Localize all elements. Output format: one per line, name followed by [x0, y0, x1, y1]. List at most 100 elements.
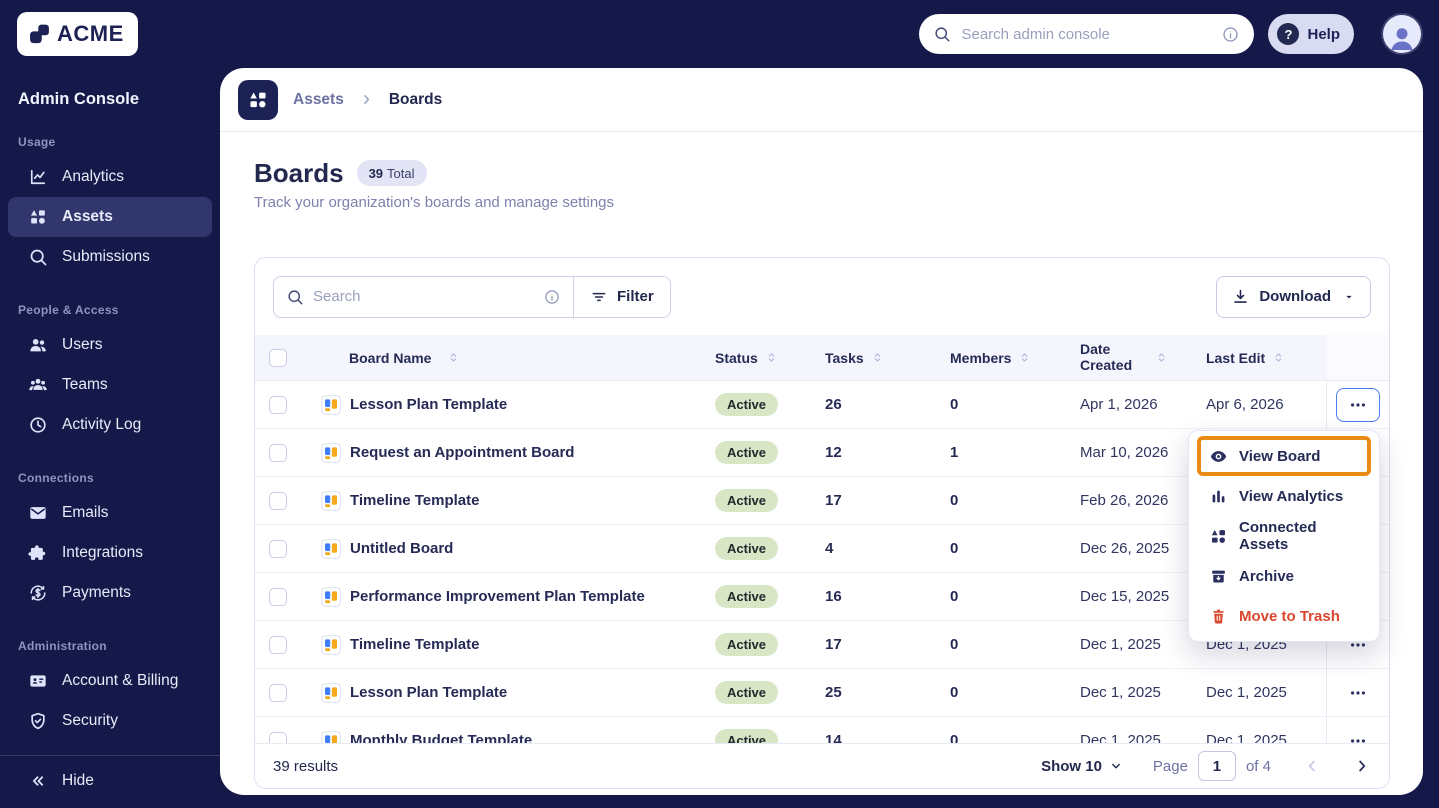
row-checkbox[interactable] — [269, 587, 287, 606]
sidebar-item-assets[interactable]: Assets — [8, 197, 212, 237]
members-count: 0 — [950, 540, 959, 557]
download-button[interactable]: Download — [1216, 275, 1371, 318]
page-label: Page — [1152, 757, 1188, 775]
ellipsis-icon — [1351, 738, 1365, 743]
last-edit: Dec 1, 2025 — [1206, 684, 1287, 701]
sidebar-hide-button[interactable]: Hide — [8, 761, 212, 801]
status-badge: Active — [715, 585, 779, 608]
breadcrumb-assets-link[interactable]: Assets — [293, 91, 344, 109]
column-header-tasks[interactable]: Tasks — [815, 335, 940, 380]
search-icon — [933, 25, 951, 43]
total-badge: 39 Total — [356, 160, 427, 186]
column-header-status[interactable]: Status — [702, 335, 815, 380]
row-actions-button[interactable] — [1336, 724, 1380, 744]
sidebar-item-activity-log[interactable]: Activity Log — [8, 405, 212, 445]
row-checkbox[interactable] — [269, 731, 287, 743]
menu-item-archive[interactable]: Archive — [1197, 556, 1371, 596]
sidebar-section-usage: Usage — [18, 135, 56, 149]
board-name[interactable]: Untitled Board — [350, 540, 453, 557]
row-actions-button[interactable] — [1336, 676, 1380, 710]
sidebar-title: Admin Console — [18, 90, 140, 108]
date-created: Apr 1, 2026 — [1080, 396, 1158, 413]
column-header-last-edit[interactable]: Last Edit — [1198, 335, 1327, 380]
sidebar-hide-label: Hide — [62, 772, 94, 789]
user-avatar[interactable] — [1383, 15, 1421, 53]
board-icon — [321, 634, 341, 655]
download-icon — [1231, 287, 1250, 306]
sort-icon[interactable] — [870, 350, 885, 365]
previous-page-button[interactable] — [1303, 757, 1321, 775]
chevron-right-icon — [359, 92, 374, 107]
sidebar-item-account-billing[interactable]: Account & Billing — [8, 661, 212, 701]
row-checkbox[interactable] — [269, 395, 287, 414]
sort-icon[interactable] — [764, 350, 779, 365]
members-count: 0 — [950, 588, 959, 605]
collapse-icon — [28, 771, 48, 791]
ellipsis-icon — [1351, 690, 1365, 695]
row-checkbox[interactable] — [269, 443, 287, 462]
analytics-icon — [28, 167, 48, 187]
menu-item-connected-assets[interactable]: Connected Assets — [1197, 516, 1371, 556]
board-name[interactable]: Lesson Plan Template — [350, 396, 507, 413]
row-actions-menu: View Board View Analytics Connected Assets… — [1188, 430, 1380, 642]
date-created: Dec 1, 2025 — [1080, 732, 1161, 743]
filter-icon — [592, 292, 606, 301]
table-row: Lesson Plan Template Active 25 0 Dec 1, … — [255, 669, 1389, 717]
members-count: 1 — [950, 444, 959, 461]
info-icon[interactable] — [543, 288, 561, 306]
payments-icon — [28, 583, 48, 603]
row-actions-button[interactable] — [1336, 387, 1380, 422]
sidebar-item-teams[interactable]: Teams — [8, 365, 212, 405]
sidebar-item-payments[interactable]: Payments — [8, 573, 212, 613]
sort-icon[interactable] — [446, 350, 461, 365]
select-all-checkbox[interactable] — [269, 348, 287, 367]
table-search-input[interactable] — [313, 288, 534, 305]
sidebar-item-analytics[interactable]: Analytics — [8, 157, 212, 197]
sidebar: Admin Console Usage Analytics Assets Submis… — [0, 68, 220, 808]
admin-search-input[interactable] — [961, 25, 1212, 43]
sort-icon[interactable] — [1154, 350, 1169, 365]
sidebar-item-emails[interactable]: Emails — [8, 493, 212, 533]
sidebar-item-security[interactable]: Security — [8, 701, 212, 741]
row-checkbox[interactable] — [269, 635, 287, 654]
board-name[interactable]: Timeline Template — [350, 636, 480, 653]
page-size-select[interactable]: Show 10 — [1041, 758, 1123, 775]
table-search-bar — [274, 276, 574, 317]
board-name[interactable]: Lesson Plan Template — [350, 684, 507, 701]
tasks-count: 12 — [825, 444, 842, 461]
help-button[interactable]: ? Help — [1268, 14, 1354, 54]
column-header-members[interactable]: Members — [940, 335, 1070, 380]
filter-button[interactable]: Filter — [574, 276, 670, 317]
results-count: 39 results — [273, 757, 339, 775]
eye-icon — [1209, 447, 1228, 466]
caret-down-icon — [1342, 290, 1356, 304]
board-name[interactable]: Performance Improvement Plan Template — [350, 588, 645, 605]
row-checkbox[interactable] — [269, 683, 287, 702]
sort-icon[interactable] — [1271, 350, 1286, 365]
column-header-date-created[interactable]: Date Created — [1070, 335, 1198, 380]
sidebar-item-submissions[interactable]: Submissions — [8, 237, 212, 277]
row-checkbox[interactable] — [269, 539, 287, 558]
menu-item-view-board[interactable]: View Board — [1197, 436, 1371, 476]
date-created: Dec 26, 2025 — [1080, 540, 1170, 557]
acme-logo[interactable]: ACME — [17, 12, 138, 56]
board-icon — [321, 538, 341, 559]
sidebar-section-connections: Connections — [18, 471, 94, 485]
board-name[interactable]: Timeline Template — [350, 492, 480, 509]
sidebar-item-users[interactable]: Users — [8, 325, 212, 365]
info-icon[interactable] — [1221, 25, 1240, 44]
idcard-icon — [28, 671, 48, 691]
menu-item-view-analytics[interactable]: View Analytics — [1197, 476, 1371, 516]
menu-item-move-to-trash[interactable]: Move to Trash — [1197, 596, 1371, 636]
sort-icon[interactable] — [1017, 350, 1032, 365]
column-header-board-name[interactable]: Board Name — [301, 335, 702, 380]
board-name[interactable]: Request an Appointment Board — [350, 444, 574, 461]
sidebar-item-integrations[interactable]: Integrations — [8, 533, 212, 573]
page-number-input[interactable] — [1197, 751, 1236, 781]
row-checkbox[interactable] — [269, 491, 287, 510]
board-name[interactable]: Monthly Budget Template — [350, 732, 532, 743]
activity-icon — [28, 415, 48, 435]
breadcrumb-current: Boards — [388, 90, 443, 108]
next-page-button[interactable] — [1353, 757, 1371, 775]
tasks-count: 26 — [825, 396, 842, 413]
